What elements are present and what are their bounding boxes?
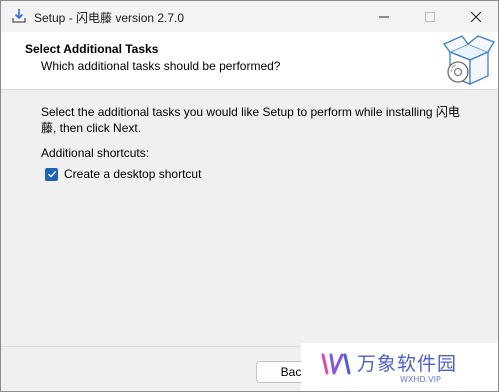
page-title: Select Additional Tasks: [25, 42, 159, 56]
watermark-logo-icon: [321, 353, 351, 375]
close-icon: [471, 11, 481, 22]
checkmark-icon: [47, 170, 56, 178]
setup-window: Setup - 闪电藤 version 2.7.0 Select Additio…: [0, 0, 499, 392]
task-description: Select the additional tasks you would li…: [41, 105, 460, 135]
window-title: Setup - 闪电藤 version 2.7.0: [34, 11, 185, 25]
installer-icon: [12, 9, 26, 23]
desktop-shortcut-checkbox[interactable]: [45, 167, 58, 181]
minimize-icon: [379, 16, 389, 17]
watermark-text: 万象软件园: [357, 353, 458, 375]
watermark: 万象软件园 WXHD.VIP: [301, 343, 498, 391]
watermark-url: WXHD.VIP: [400, 375, 441, 384]
page-subtitle: Which additional tasks should be perform…: [41, 59, 281, 73]
maximize-icon: [425, 11, 435, 22]
setup-box-icon: [442, 35, 495, 86]
desktop-shortcut-label: Create a desktop shortcut: [64, 167, 202, 181]
title-bar: Setup - 闪电藤 version 2.7.0: [1, 1, 498, 32]
close-button[interactable]: [453, 1, 498, 32]
wizard-content: Select the additional tasks you would li…: [1, 91, 498, 346]
minimize-button[interactable]: [361, 1, 407, 32]
wizard-header: Select Additional Tasks Which additional…: [1, 32, 498, 90]
maximize-button[interactable]: [407, 1, 453, 32]
desktop-shortcut-option[interactable]: Create a desktop shortcut: [45, 167, 201, 181]
shortcuts-group-label: Additional shortcuts:: [41, 146, 150, 160]
